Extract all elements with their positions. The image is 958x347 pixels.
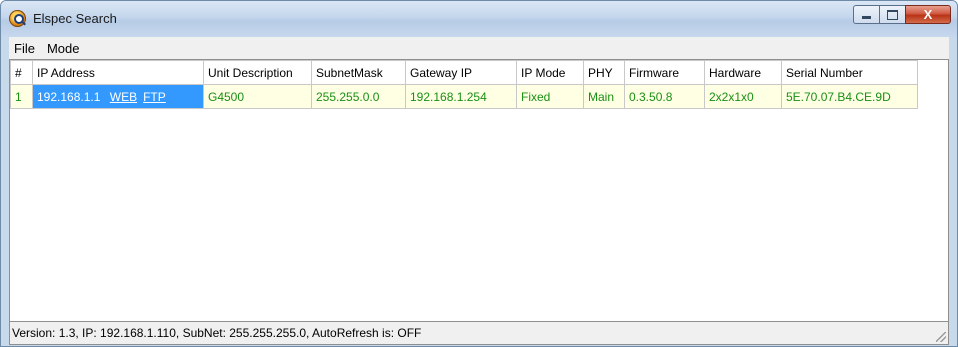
device-grid[interactable]: # IP Address Unit Description SubnetMask…	[9, 59, 949, 322]
app-window: Elspec Search X File Mode # IP Address U…	[0, 0, 958, 347]
ftp-link[interactable]: FTP	[143, 90, 166, 104]
minimize-icon	[862, 16, 871, 19]
minimize-button[interactable]	[853, 5, 879, 24]
col-header-ip-mode[interactable]: IP Mode	[516, 60, 584, 85]
status-text: Version: 1.3, IP: 192.168.1.110, SubNet:…	[12, 326, 422, 340]
cell-firmware[interactable]: 0.3.50.8	[624, 84, 705, 109]
col-header-ip-address[interactable]: IP Address	[32, 60, 204, 85]
menu-mode[interactable]: Mode	[42, 41, 87, 56]
web-link[interactable]: WEB	[110, 90, 137, 104]
resize-grip-icon[interactable]	[936, 332, 946, 342]
col-header-num[interactable]: #	[10, 60, 33, 85]
cell-unit-description[interactable]: G4500	[203, 84, 312, 109]
col-header-gateway-ip[interactable]: Gateway IP	[405, 60, 517, 85]
col-header-hardware[interactable]: Hardware	[704, 60, 782, 85]
maximize-icon	[887, 9, 898, 20]
col-header-firmware[interactable]: Firmware	[624, 60, 705, 85]
device-table: # IP Address Unit Description SubnetMask…	[10, 60, 918, 109]
title-bar[interactable]: Elspec Search X	[1, 1, 957, 37]
cell-serial-number[interactable]: 5E.70.07.B4.CE.9D	[781, 84, 918, 109]
elspec-search-icon	[9, 10, 26, 27]
status-bar: Version: 1.3, IP: 192.168.1.110, SubNet:…	[9, 321, 949, 345]
col-header-unit-description[interactable]: Unit Description	[203, 60, 312, 85]
cell-gateway-ip[interactable]: 192.168.1.254	[405, 84, 517, 109]
menu-bar: File Mode	[9, 37, 949, 59]
cell-hardware[interactable]: 2x2x1x0	[704, 84, 782, 109]
col-header-subnet-mask[interactable]: SubnetMask	[311, 60, 406, 85]
col-header-serial-number[interactable]: Serial Number	[781, 60, 918, 85]
header-row: # IP Address Unit Description SubnetMask…	[10, 60, 918, 85]
cell-num[interactable]: 1	[10, 84, 33, 109]
window-title: Elspec Search	[33, 11, 117, 26]
ip-address-text: 192.168.1.1	[37, 89, 101, 104]
cell-ip-address[interactable]: 192.168.1.1 WEB FTP	[32, 84, 204, 109]
window-controls: X	[853, 5, 951, 24]
cell-phy[interactable]: Main	[583, 84, 625, 109]
menu-file[interactable]: File	[9, 41, 42, 56]
cell-subnet-mask[interactable]: 255.255.0.0	[311, 84, 406, 109]
close-icon: X	[923, 7, 933, 22]
col-header-phy[interactable]: PHY	[583, 60, 625, 85]
cell-ip-mode[interactable]: Fixed	[516, 84, 584, 109]
maximize-button[interactable]	[879, 5, 905, 24]
table-row[interactable]: 1 192.168.1.1 WEB FTP G4500 255.255.0.0 1…	[10, 84, 918, 109]
close-button[interactable]: X	[905, 5, 951, 24]
